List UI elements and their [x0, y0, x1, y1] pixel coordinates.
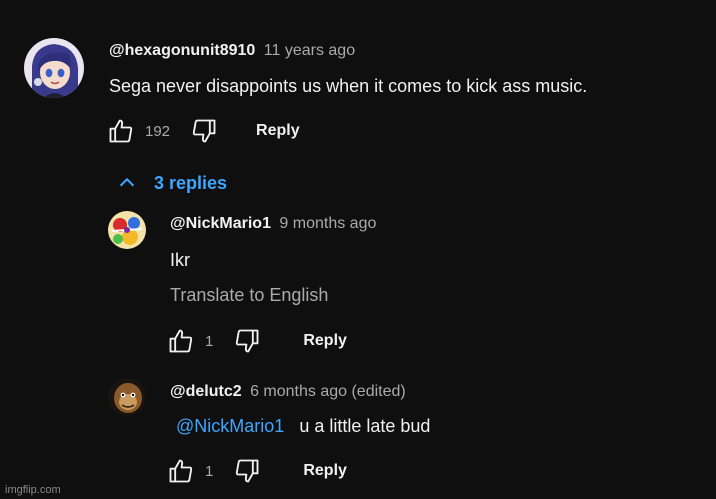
reply-timestamp[interactable]: 9 months ago	[279, 215, 376, 232]
mention-link[interactable]: @NickMario1	[176, 416, 284, 436]
replies-toggle-button[interactable]: 3 replies	[116, 172, 227, 194]
reply-timestamp[interactable]: 6 months ago (edited)	[250, 383, 406, 400]
comment-actions: 192 Reply	[107, 117, 300, 145]
thumbs-up-icon[interactable]	[167, 457, 195, 485]
avatar-nickmario1[interactable]	[108, 211, 146, 249]
comment-header: @hexagonunit8910 11 years ago	[109, 42, 355, 60]
comment-timestamp[interactable]: 11 years ago	[264, 42, 355, 59]
reply-author[interactable]: @delutc2	[170, 383, 242, 400]
reply-text: Ikr	[170, 250, 190, 270]
thumbs-down-icon[interactable]	[190, 117, 218, 145]
reply-text-line: @NickMario1 u a little late bud	[176, 416, 430, 437]
comment-text: Sega never disappoints us when it comes …	[109, 76, 588, 96]
like-count: 192	[145, 122, 171, 140]
imgflip-watermark: imgflip.com	[5, 484, 61, 496]
avatar-delutc2[interactable]	[108, 378, 146, 416]
thumbs-up-icon[interactable]	[107, 117, 135, 145]
thumbs-down-icon[interactable]	[233, 327, 261, 355]
comment-author[interactable]: @hexagonunit8910	[109, 42, 255, 59]
anime-avatar-icon	[24, 38, 84, 98]
creature-avatar-icon	[108, 378, 146, 416]
reply-header: @delutc2 6 months ago (edited)	[170, 383, 406, 401]
reply-button[interactable]: Reply	[303, 462, 347, 480]
reply-author[interactable]: @NickMario1	[170, 215, 271, 232]
reply-actions: 1 Reply	[167, 327, 347, 355]
thumbs-up-icon[interactable]	[167, 327, 195, 355]
like-count: 1	[205, 332, 214, 350]
reply-header: @NickMario1 9 months ago	[170, 215, 376, 233]
reply-text: u a little late bud	[299, 416, 431, 436]
reply-button[interactable]: Reply	[303, 332, 347, 350]
thumbs-down-icon[interactable]	[233, 457, 261, 485]
colorful-avatar-icon	[108, 211, 146, 249]
reply-actions: 1 Reply	[167, 457, 347, 485]
like-count: 1	[205, 462, 214, 480]
reply-button[interactable]: Reply	[256, 122, 300, 140]
avatar-hexagonunit8910[interactable]	[24, 38, 84, 98]
translate-button[interactable]: Translate to English	[170, 285, 328, 306]
replies-count-label: 3 replies	[154, 172, 228, 193]
chevron-up-icon	[116, 172, 138, 194]
